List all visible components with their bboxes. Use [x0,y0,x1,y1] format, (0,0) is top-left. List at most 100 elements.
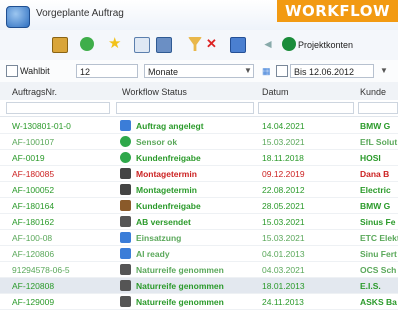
workflow-status: Naturreife genommen [136,265,224,275]
workflow-status: Naturreife genommen [136,297,224,307]
customer-name: Electric [360,185,391,195]
workflow-status: Montagetermin [136,169,197,179]
column-header-customer[interactable]: Kunde [360,87,386,97]
order-number: AF-100107 [12,137,55,147]
customer-name: ETC Elekt [360,233,398,243]
check-icon [120,136,131,147]
forward-icon[interactable] [282,37,296,51]
order-number: AF-100-08 [12,233,53,243]
workflow-status: Kundenfreigabe [136,201,201,211]
order-date: 04.03.2021 [262,265,305,275]
table-row[interactable]: AF-120808 Naturreife genommen 18.01.2013 E.… [0,278,398,294]
grid-icon[interactable] [156,37,172,53]
order-number: AF-120806 [12,249,55,259]
check-icon [120,152,131,163]
order-number: AF-129009 [12,297,55,307]
date-input[interactable]: Bis 12.06.2012 [290,64,374,78]
workflow-status: Montagetermin [136,185,197,195]
period-unit-select[interactable]: Monate [144,64,254,78]
date-filter-input[interactable] [258,102,354,114]
clipboard-icon[interactable] [52,37,68,53]
customer-name: BMW G [360,121,391,131]
wahlbit-checkbox[interactable] [6,65,18,77]
workflow-status: Kundenfreigabe [136,153,201,163]
mail-icon [120,216,131,227]
filter-icon[interactable] [188,37,202,51]
car-icon [120,280,131,291]
car-icon [120,296,131,307]
document-icon [120,120,131,131]
customer-name: EfL Solut [360,137,398,147]
document-icon[interactable] [134,37,150,53]
star-icon[interactable]: ★ [108,36,122,51]
column-filter-row [0,100,398,117]
calendar-icon[interactable]: ▦ [262,66,271,77]
chart-icon [120,232,131,243]
table-row[interactable]: 91294578-06-5 Naturreife genommen 04.03.20… [0,262,398,278]
table-row[interactable]: AF-180162 AB versendet 15.03.2021 Sinus Fe [0,214,398,230]
order-date: 14.04.2021 [262,121,305,131]
order-date: 09.12.2019 [262,169,305,179]
chart-icon[interactable] [230,37,246,53]
table-header: AuftragsNr. Workflow Status Datum Kunde [0,82,398,101]
date-checkbox[interactable] [276,65,288,77]
order-filter-input[interactable] [6,102,110,114]
order-date: 28.05.2021 [262,201,305,211]
table-row[interactable]: W-130801-01-0 Auftrag angelegt 14.04.2021 B… [0,118,398,134]
order-number: AF-100052 [12,185,55,195]
customer-name: Sinus Fe [360,217,396,227]
order-number: AF-180162 [12,217,55,227]
workflow-status: Auftrag angelegt [136,121,204,131]
order-date: 04.01.2013 [262,249,305,259]
order-date: 15.03.2021 [262,137,305,147]
chart-icon [120,248,131,259]
column-header-order[interactable]: AuftragsNr. [12,87,57,97]
column-header-date[interactable]: Datum [262,87,289,97]
workflow-status: Naturreife genommen [136,281,224,291]
table-row[interactable]: AF-120806 AI ready 04.01.2013 Sinu Fert [0,246,398,262]
order-number: 91294578-06-5 [12,265,70,275]
order-date: 18.01.2013 [262,281,305,291]
refresh-icon[interactable] [80,37,94,51]
workflow-status: AB versendet [136,217,191,227]
workflow-badge: WORKFLOW [276,0,398,22]
table-row[interactable]: AF-129009 Naturreife genommen 24.11.2013 AS… [0,294,398,310]
chevron-down-icon[interactable]: ▼ [378,64,390,78]
filter-bar: Wahlbit 12 Monate ▼ ▦ Bis 12.06.2012 ▼ [0,60,398,83]
customer-name: OCS Sch [360,265,397,275]
chevron-down-icon[interactable]: ▼ [242,64,254,78]
projektkonten-button[interactable]: Projektkonten [298,40,353,50]
customer-filter-input[interactable] [358,102,398,114]
app-icon [6,6,30,28]
order-date: 22.08.2012 [262,185,305,195]
order-date: 24.11.2013 [262,297,304,307]
order-number: AF-120808 [12,281,55,291]
table-row[interactable]: AF-100052 Montagetermin 22.08.2012 Electric [0,182,398,198]
printer-icon [120,168,131,179]
order-date: 18.11.2018 [262,153,304,163]
order-number: AF-180085 [12,169,55,179]
wahlbit-label: Wahlbit [20,66,50,76]
delete-filter-icon[interactable]: ✕ [206,37,220,51]
customer-name: E.I.S. [360,281,381,291]
order-number: AF-180164 [12,201,55,211]
order-date: 15.03.2021 [262,233,305,243]
window-title: Vorgeplante Auftrag [36,8,124,19]
table-row[interactable]: AF-100-08 Einsatzung 15.03.2021 ETC Elekt [0,230,398,246]
car-icon [120,264,131,275]
printer-icon [120,184,131,195]
table-row[interactable]: AF-100107 Sensor ok 15.03.2021 EfL Solut [0,134,398,150]
status-filter-input[interactable] [116,102,254,114]
workflow-status: AI ready [136,249,170,259]
table-row[interactable]: AF-0019 Kundenfreigabe 18.11.2018 HOSI [0,150,398,166]
table-row[interactable]: AF-180164 Kundenfreigabe 28.05.2021 BMW G [0,198,398,214]
back-icon[interactable]: ◄ [262,37,276,51]
workflow-status: Einsatzung [136,233,182,243]
period-value-input[interactable]: 12 [76,64,138,78]
order-number: W-130801-01-0 [12,121,71,131]
order-date: 15.03.2021 [262,217,305,227]
table-row[interactable]: AF-180085 Montagetermin 09.12.2019 Dana B [0,166,398,182]
customer-name: BMW G [360,201,391,211]
customer-name: Dana B [360,169,390,179]
column-header-status[interactable]: Workflow Status [122,87,187,97]
